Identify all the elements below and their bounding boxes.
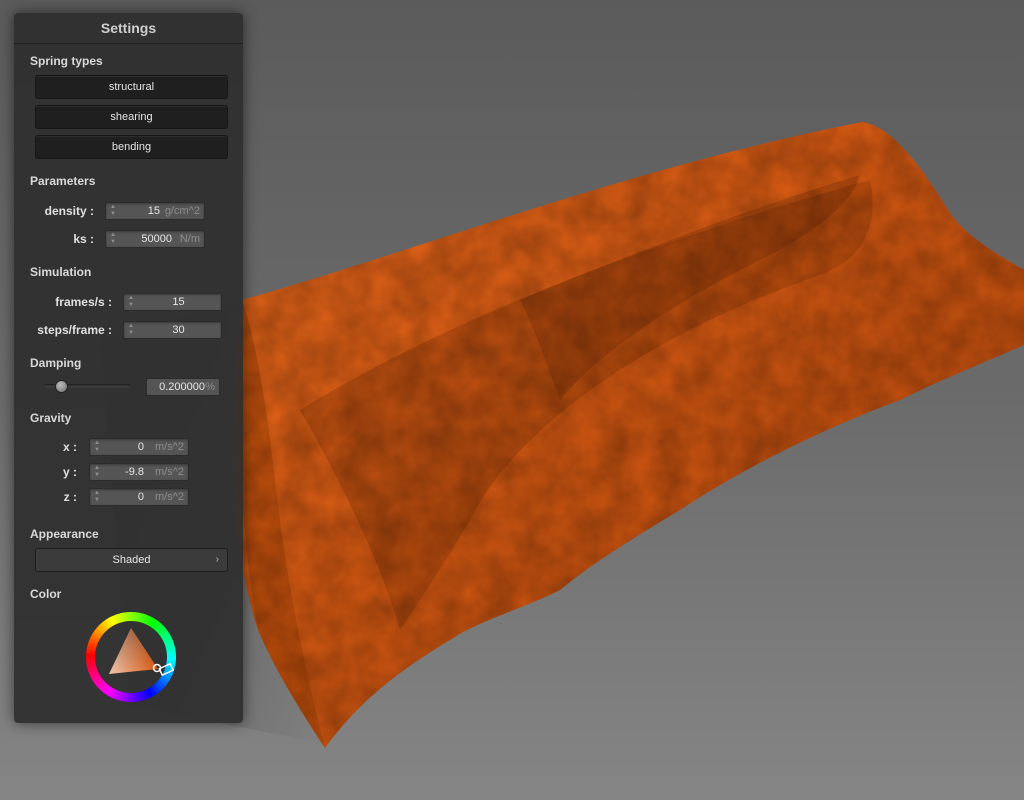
- chevron-right-icon: ›: [215, 554, 219, 565]
- up-down-arrows-icon[interactable]: ▲ ▼: [127, 323, 135, 337]
- damping-value-field[interactable]: 0.200000 %: [146, 378, 220, 396]
- ks-field[interactable]: ▲ ▼ 50000 N/m: [105, 230, 205, 248]
- color-wheel[interactable]: [85, 611, 177, 703]
- appearance-heading: Appearance: [30, 527, 99, 541]
- bending-button[interactable]: bending: [35, 135, 228, 159]
- gravity-x-field[interactable]: ▲ ▼ 0 m/s^2: [89, 438, 189, 456]
- gravity-z-field[interactable]: ▲ ▼ 0 m/s^2: [89, 488, 189, 506]
- ks-label: ks :: [73, 232, 94, 246]
- gravity-y-label: y :: [62, 465, 77, 479]
- color-heading: Color: [30, 587, 62, 601]
- gravity-z-label: z :: [63, 490, 77, 504]
- settings-panel: Settings Spring types structural shearin…: [14, 13, 243, 723]
- up-down-arrows-icon[interactable]: ▲ ▼: [109, 204, 117, 218]
- frames-per-second-field[interactable]: ▲ ▼ 15: [123, 293, 222, 311]
- panel-title: Settings: [14, 13, 243, 44]
- parameters-heading: Parameters: [30, 174, 96, 188]
- gravity-y-field[interactable]: ▲ ▼ -9.8 m/s^2: [89, 463, 189, 481]
- appearance-selected-label: Shaded: [112, 554, 151, 566]
- up-down-arrows-icon[interactable]: ▲ ▼: [127, 295, 135, 309]
- shearing-button[interactable]: shearing: [35, 105, 228, 129]
- damping-slider-knob[interactable]: [55, 380, 69, 393]
- appearance-popup-button[interactable]: Shaded ›: [35, 548, 228, 572]
- up-down-arrows-icon[interactable]: ▲ ▼: [109, 232, 117, 246]
- simulation-heading: Simulation: [30, 265, 92, 279]
- up-down-arrows-icon[interactable]: ▲ ▼: [93, 490, 101, 504]
- damping-heading: Damping: [30, 356, 82, 370]
- density-label: density :: [44, 204, 94, 218]
- gravity-heading: Gravity: [30, 411, 72, 425]
- frames-per-second-label: frames/s :: [55, 295, 112, 309]
- up-down-arrows-icon[interactable]: ▲ ▼: [93, 440, 101, 454]
- steps-per-frame-label: steps/frame :: [37, 323, 112, 337]
- spring-types-heading: Spring types: [30, 54, 103, 68]
- structural-button[interactable]: structural: [35, 75, 228, 99]
- density-field[interactable]: ▲ ▼ 15 g/cm^2: [105, 202, 205, 220]
- up-down-arrows-icon[interactable]: ▲ ▼: [93, 465, 101, 479]
- steps-per-frame-field[interactable]: ▲ ▼ 30: [123, 321, 222, 339]
- gravity-x-label: x :: [62, 440, 77, 454]
